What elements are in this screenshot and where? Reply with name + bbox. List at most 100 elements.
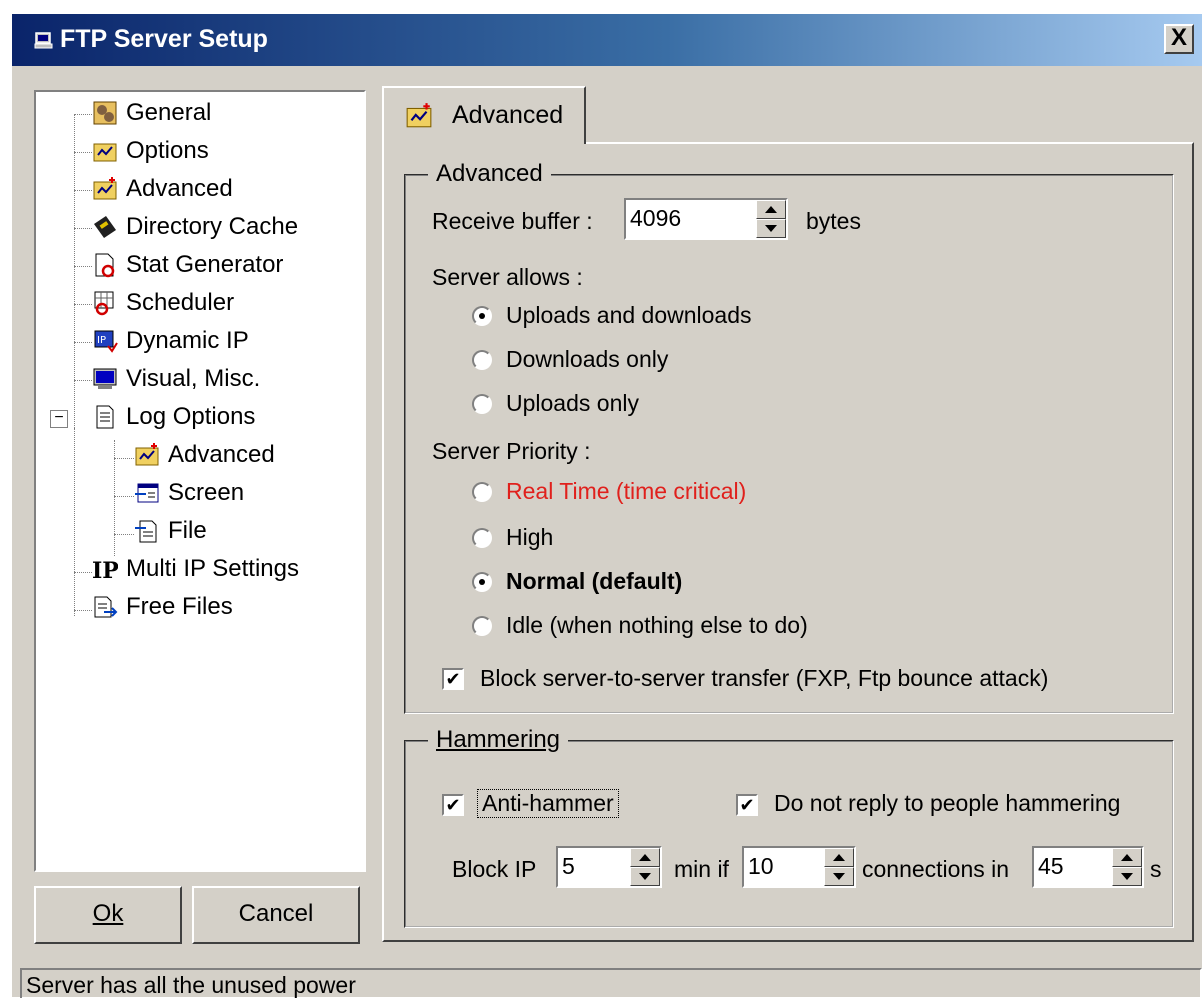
close-button[interactable]: X [1164, 24, 1194, 54]
radio-downloads-only[interactable] [472, 350, 492, 370]
tree-connector [114, 534, 134, 535]
tree-connector [74, 228, 92, 229]
radio-label: Normal (default) [506, 568, 683, 594]
tree-item-label: Advanced [126, 175, 233, 202]
log-options-icon [96, 405, 114, 429]
tree-item-label: Advanced [168, 441, 275, 468]
svg-text:IP: IP [92, 558, 118, 582]
tab-advanced[interactable]: Advanced [382, 86, 586, 144]
radio-label: Downloads only [506, 346, 669, 372]
seconds-spinner[interactable] [1112, 848, 1142, 886]
advanced-icon [93, 177, 117, 200]
no-reply-checkbox[interactable]: ✔ [736, 794, 758, 816]
radio-high[interactable] [472, 528, 492, 548]
tab-page: Advanced Receive buffer : 4096 bytes Ser… [382, 142, 1194, 942]
stat-generator-icon [95, 253, 115, 278]
receive-buffer-unit: bytes [806, 208, 861, 234]
tree-connector [74, 114, 75, 474]
receive-buffer-label: Receive buffer : [432, 208, 593, 234]
spin-down-icon[interactable] [1112, 867, 1142, 886]
radio-label: High [506, 524, 554, 550]
tree-item-label: File [168, 517, 207, 544]
hammering-group-title: Hammering [428, 726, 569, 754]
tree-connector [74, 342, 92, 343]
radio-uploads-and-downloads[interactable] [472, 306, 492, 326]
tree-connector [114, 496, 134, 497]
tree-connector [74, 190, 92, 191]
svg-text:IP: IP [97, 335, 106, 346]
radio-label-warning: Real Time (time critical) [506, 478, 747, 504]
tree-item-label: Log Options [126, 403, 256, 430]
radio-real-time[interactable] [472, 482, 492, 502]
receive-buffer-value: 4096 [630, 205, 682, 231]
ftp-server-setup-window: FTP Server Setup X − General Options Adv… [10, 14, 1202, 998]
server-allows-label: Server allows : [432, 264, 583, 290]
block-ip-minutes-value: 5 [562, 853, 575, 879]
tree-item-label: Directory Cache [126, 213, 299, 240]
tree-connector [114, 458, 134, 459]
spin-down-icon[interactable] [756, 219, 786, 238]
server-priority-label: Server Priority : [432, 438, 591, 464]
status-text: Server has all the unused power [26, 972, 356, 998]
receive-buffer-spinner[interactable] [756, 200, 786, 238]
spin-up-icon[interactable] [630, 848, 660, 867]
spin-down-icon[interactable] [824, 867, 854, 886]
status-bar: Server has all the unused power [20, 968, 1202, 998]
log-options-collapse-icon[interactable]: − [50, 410, 68, 428]
ok-button-label: Ok [92, 900, 124, 927]
block-fxp-checkbox[interactable]: ✔ [442, 668, 464, 690]
spin-up-icon[interactable] [756, 200, 786, 219]
multi-ip-icon: IP [92, 558, 118, 582]
tree-connector [74, 610, 92, 611]
tree-connector [74, 114, 92, 115]
tree-item-label: Scheduler [126, 289, 235, 316]
radio-idle[interactable] [472, 616, 492, 636]
spin-up-icon[interactable] [824, 848, 854, 867]
hammering-group: Hammering ✔ Anti-hammer ✔ Do not reply t… [404, 726, 1174, 928]
tree-connector [74, 304, 92, 305]
file-icon [135, 520, 157, 543]
title-bar[interactable]: FTP Server Setup X [12, 14, 1202, 66]
directory-cache-icon [94, 216, 116, 238]
tree-item-label: Free Files [126, 593, 233, 620]
spin-down-icon[interactable] [630, 867, 660, 886]
ok-button[interactable]: Ok [34, 886, 182, 944]
block-ip-minutes-input[interactable]: 5 [556, 846, 662, 888]
seconds-value: 45 [1038, 853, 1064, 879]
radio-label: Uploads and downloads [506, 302, 752, 328]
anti-hammer-label: Anti-hammer [477, 789, 619, 818]
tree-item-label: Stat Generator [126, 251, 284, 278]
block-ip-minutes-spinner[interactable] [630, 848, 660, 886]
anti-hammer-checkbox[interactable]: ✔ [442, 794, 464, 816]
advanced-icon [135, 443, 159, 466]
seconds-label: s [1150, 856, 1162, 882]
seconds-input[interactable]: 45 [1032, 846, 1144, 888]
window-title: FTP Server Setup [60, 25, 268, 53]
tree-connector [74, 266, 92, 267]
connections-in-label: connections in [862, 856, 1010, 882]
free-files-icon [94, 596, 118, 618]
tab-label: Advanced [452, 101, 564, 129]
options-icon [93, 143, 117, 162]
app-icon [34, 32, 53, 49]
connections-value: 10 [748, 853, 774, 879]
tree-item-label: Options [126, 137, 209, 164]
cancel-button[interactable]: Cancel [192, 886, 360, 944]
tree-item-label: Dynamic IP [126, 327, 249, 354]
advanced-group-title: Advanced [428, 160, 551, 188]
tree-connector [74, 428, 75, 616]
settings-tree[interactable]: − General Options Advanced Directory Cac… [34, 90, 366, 872]
tree-connector [74, 380, 92, 381]
general-icon [93, 101, 117, 125]
connections-input[interactable]: 10 [742, 846, 856, 888]
spin-up-icon[interactable] [1112, 848, 1142, 867]
block-fxp-label: Block server-to-server transfer (FXP, Ft… [480, 665, 1049, 691]
radio-normal[interactable] [472, 572, 492, 592]
radio-label: Idle (when nothing else to do) [506, 612, 808, 638]
dynamic-ip-icon: IP [94, 330, 118, 353]
radio-label: Uploads only [506, 390, 639, 416]
receive-buffer-input[interactable]: 4096 [624, 198, 788, 240]
radio-uploads-only[interactable] [472, 394, 492, 414]
no-reply-label: Do not reply to people hammering [774, 790, 1121, 816]
connections-spinner[interactable] [824, 848, 854, 886]
